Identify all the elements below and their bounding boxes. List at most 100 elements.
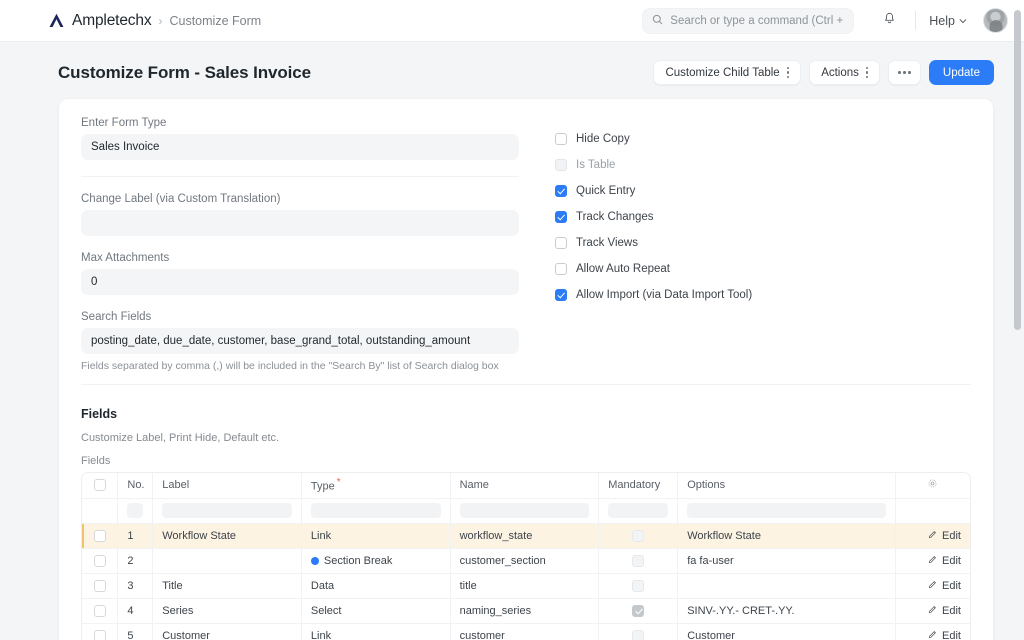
- allow-import-checkbox[interactable]: [555, 289, 567, 301]
- customize-child-table-button[interactable]: Customize Child Table: [653, 60, 802, 85]
- cell-label[interactable]: [152, 548, 302, 574]
- table-row[interactable]: 5 Customer Link customer Customer Edit: [82, 623, 970, 640]
- row-select-cell[interactable]: [82, 573, 119, 599]
- cell-name[interactable]: customer_section: [450, 548, 600, 574]
- max-attachments-input[interactable]: [81, 269, 519, 295]
- row-select-cell[interactable]: [82, 523, 119, 549]
- row-checkbox[interactable]: [93, 579, 106, 592]
- cell-mandatory[interactable]: [598, 598, 679, 624]
- avatar[interactable]: [983, 8, 1008, 33]
- checkbox-row-track-views[interactable]: Track Views: [555, 230, 971, 256]
- checkbox-row-is-table[interactable]: Is Table: [555, 152, 971, 178]
- track-views-checkbox[interactable]: [555, 237, 567, 249]
- checkbox-row-quick-entry[interactable]: Quick Entry: [555, 178, 971, 204]
- filter-input-name[interactable]: [459, 503, 590, 518]
- cell-name[interactable]: workflow_state: [450, 523, 600, 549]
- filter-input-options[interactable]: [687, 503, 886, 518]
- help-menu[interactable]: Help: [929, 14, 967, 28]
- cell-edit[interactable]: Edit: [895, 548, 970, 574]
- cell-edit[interactable]: Edit: [895, 523, 970, 549]
- table-filter-row[interactable]: [82, 498, 970, 524]
- cell-label[interactable]: Workflow State: [152, 523, 302, 549]
- filter-input-mandatory[interactable]: [608, 503, 669, 518]
- checkbox-row-hide-copy[interactable]: Hide Copy: [555, 126, 971, 152]
- table-row[interactable]: 2 Section Break customer_section fa fa-u…: [82, 548, 970, 574]
- search-input[interactable]: [670, 14, 845, 27]
- change-label-input[interactable]: [81, 210, 519, 236]
- search-fields-input[interactable]: [81, 328, 519, 354]
- cell-edit[interactable]: Edit: [895, 573, 970, 599]
- filter-cell-options[interactable]: [677, 498, 896, 524]
- filter-cell-name[interactable]: [450, 498, 600, 524]
- cell-name[interactable]: customer: [450, 623, 600, 640]
- actions-button[interactable]: Actions: [809, 60, 881, 85]
- cell-mandatory[interactable]: [598, 623, 679, 640]
- row-checkbox[interactable]: [93, 554, 106, 567]
- cell-mandatory[interactable]: [598, 573, 679, 599]
- hide-copy-checkbox[interactable]: [555, 133, 567, 145]
- cell-type[interactable]: Section Break: [301, 548, 451, 574]
- cell-name[interactable]: title: [450, 573, 600, 599]
- cell-options[interactable]: Customer: [677, 623, 896, 640]
- is-table-checkbox[interactable]: [555, 159, 567, 171]
- filter-cell-type[interactable]: [301, 498, 451, 524]
- form-type-input[interactable]: [81, 134, 519, 160]
- cell-edit[interactable]: Edit: [895, 623, 970, 640]
- filter-cell-label[interactable]: [152, 498, 302, 524]
- update-button[interactable]: Update: [928, 60, 994, 85]
- cell-name[interactable]: naming_series: [450, 598, 600, 624]
- filter-cell-no[interactable]: [117, 498, 154, 524]
- notifications-button[interactable]: [876, 8, 902, 34]
- cell-type[interactable]: Link: [301, 623, 451, 640]
- brand-name: Ampletechx: [72, 11, 152, 29]
- breadcrumb-customize-form[interactable]: Customize Form: [169, 14, 261, 28]
- select-all-checkbox[interactable]: [93, 479, 106, 492]
- cell-options[interactable]: Workflow State: [677, 523, 896, 549]
- page-scrollbar[interactable]: [1014, 0, 1021, 640]
- checkbox-row-track-changes[interactable]: Track Changes: [555, 204, 971, 230]
- filter-input-no[interactable]: [127, 503, 144, 518]
- filter-input-type[interactable]: [310, 503, 441, 518]
- table-row[interactable]: 4 Series Select naming_series SINV-.YY.-…: [82, 598, 970, 624]
- cell-mandatory[interactable]: [598, 548, 679, 574]
- table-row[interactable]: 1 Workflow State Link workflow_state Wor…: [82, 523, 970, 549]
- row-select-cell[interactable]: [82, 598, 119, 624]
- mandatory-checkbox[interactable]: [632, 604, 645, 617]
- cell-label[interactable]: Customer: [152, 623, 302, 640]
- mandatory-checkbox[interactable]: [632, 529, 645, 542]
- cell-options[interactable]: fa fa-user: [677, 548, 896, 574]
- filter-cell-mandatory[interactable]: [598, 498, 679, 524]
- filter-input-label[interactable]: [162, 503, 292, 518]
- allow-auto-repeat-checkbox[interactable]: [555, 263, 567, 275]
- row-checkbox[interactable]: [93, 529, 106, 542]
- cell-type[interactable]: Link: [301, 523, 451, 549]
- cell-label[interactable]: Series: [152, 598, 302, 624]
- gear-icon[interactable]: [927, 479, 938, 492]
- mandatory-checkbox[interactable]: [632, 629, 645, 640]
- row-checkbox[interactable]: [93, 604, 106, 617]
- scrollbar-thumb[interactable]: [1014, 10, 1021, 330]
- row-select-cell[interactable]: [82, 623, 119, 640]
- cell-type[interactable]: Data: [301, 573, 451, 599]
- global-search[interactable]: [642, 7, 855, 34]
- cell-label[interactable]: Title: [152, 573, 302, 599]
- mandatory-checkbox[interactable]: [632, 579, 645, 592]
- row-checkbox[interactable]: [93, 629, 106, 640]
- checkbox-row-allow-import[interactable]: Allow Import (via Data Import Tool): [555, 282, 971, 308]
- brand[interactable]: Ampletechx: [48, 11, 152, 30]
- cell-options[interactable]: [677, 573, 896, 599]
- cell-mandatory[interactable]: [598, 523, 679, 549]
- cell-options[interactable]: SINV-.YY.- CRET-.YY.: [677, 598, 896, 624]
- column-settings-cell[interactable]: [895, 473, 970, 499]
- track-changes-checkbox[interactable]: [555, 211, 567, 223]
- more-options-button[interactable]: [888, 60, 921, 85]
- table-row[interactable]: 3 Title Data title Edit: [82, 573, 970, 599]
- mandatory-checkbox[interactable]: [632, 554, 645, 567]
- select-all-cell[interactable]: [82, 473, 119, 499]
- cell-edit[interactable]: Edit: [895, 598, 970, 624]
- cell-type[interactable]: Select: [301, 598, 451, 624]
- quick-entry-checkbox[interactable]: [555, 185, 567, 197]
- filter-cell-actions: [895, 498, 970, 524]
- row-select-cell[interactable]: [82, 548, 119, 574]
- checkbox-row-allow-auto-repeat[interactable]: Allow Auto Repeat: [555, 256, 971, 282]
